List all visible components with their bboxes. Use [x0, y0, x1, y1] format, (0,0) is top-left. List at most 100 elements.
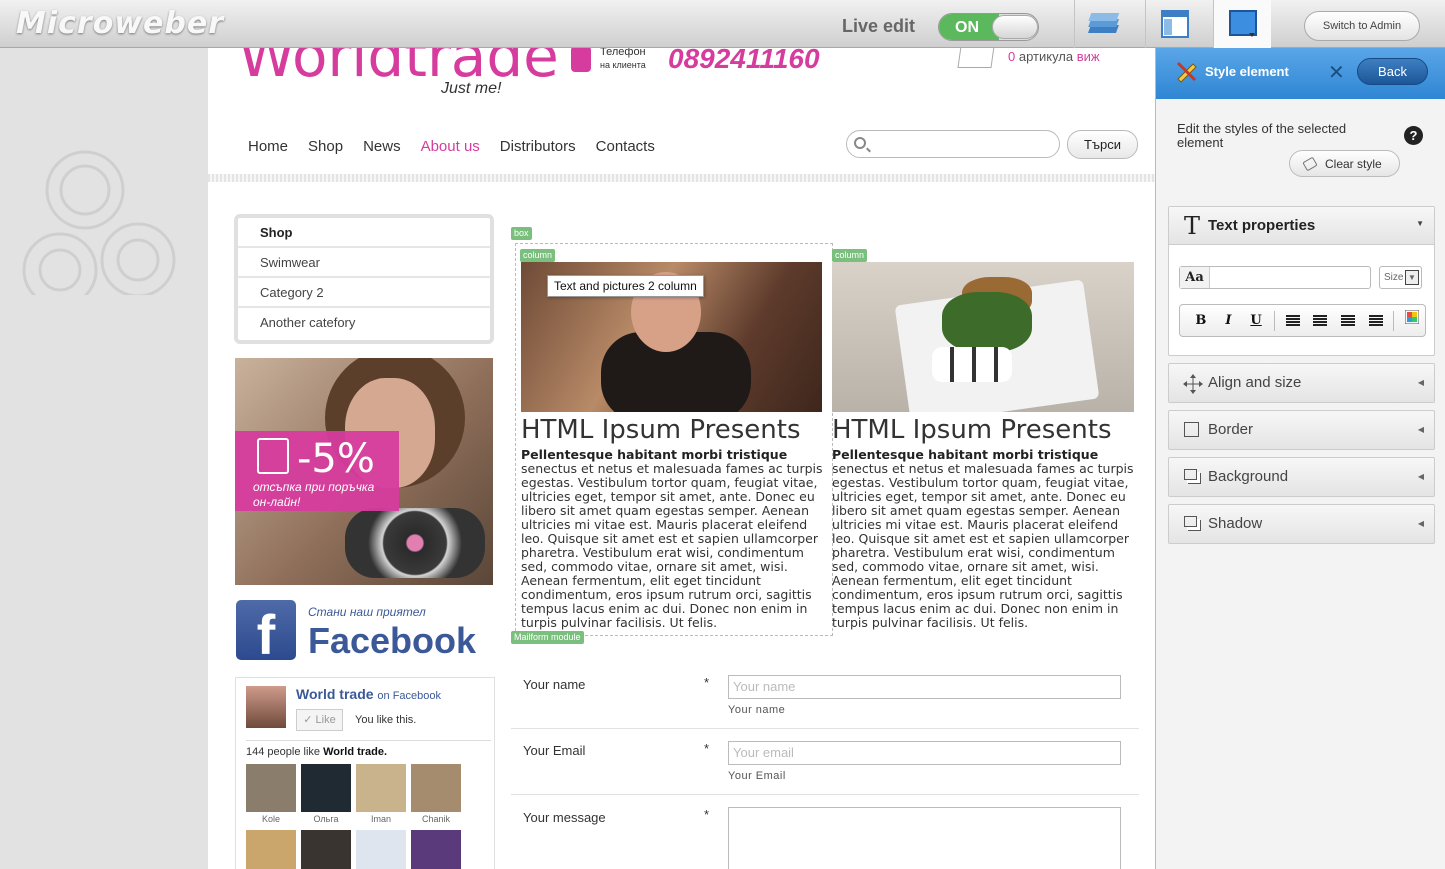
promo-photo-bikini [345, 508, 485, 578]
category-swimwear[interactable]: Swimwear [238, 248, 490, 278]
fan-avatar[interactable] [246, 764, 296, 812]
align-justify-icon [1368, 314, 1383, 326]
dropdown-arrow-icon: ▼ [1405, 270, 1419, 285]
fan-avatar[interactable] [246, 830, 296, 869]
category-shop[interactable]: Shop [238, 218, 490, 248]
like-button[interactable]: ✓ Like [296, 709, 343, 731]
shadow-section[interactable]: Shadow ◀ [1168, 504, 1435, 544]
likebox-page-name[interactable]: World trade on Facebook [296, 686, 441, 702]
text-properties-header[interactable]: T Text properties ▼ [1169, 207, 1434, 245]
background-section[interactable]: Background ◀ [1168, 457, 1435, 497]
pencil-ruler-icon [1176, 61, 1197, 83]
align-right-button[interactable] [1307, 308, 1333, 334]
content-column-1[interactable]: HTML Ipsum Presents Pellentesque habitan… [521, 412, 824, 630]
move-arrows-icon [1183, 374, 1203, 394]
main-nav: Home Shop News About us Distributors Con… [248, 138, 655, 155]
chevron-left-icon: ◀ [1417, 472, 1424, 481]
help-icon[interactable]: ? [1404, 126, 1423, 145]
nav-home[interactable]: Home [248, 138, 288, 155]
fan-avatar[interactable] [356, 764, 406, 812]
promo-banner[interactable]: -5% отсъпка при поръчка он-лайн! [235, 358, 493, 585]
column-title[interactable]: HTML Ipsum Presents [521, 412, 824, 448]
font-icon: Aa [1180, 267, 1210, 288]
fan-name[interactable]: Iman [356, 812, 406, 826]
live-edit-toggle[interactable]: ON [938, 13, 1039, 41]
website-canvas: Worldtrade Just me! Телефон на клиента 08… [208, 48, 1155, 869]
category-menu: Shop Swimwear Category 2 Another catefor… [234, 214, 494, 344]
phone-label: Телефон на клиента [600, 48, 646, 70]
message-textarea[interactable] [728, 807, 1121, 869]
cart-summary[interactable]: 0 артикула виж [1008, 49, 1100, 64]
chevron-left-icon: ◀ [1417, 519, 1424, 528]
fan-avatar[interactable] [301, 830, 351, 869]
italic-button[interactable]: I [1216, 308, 1242, 334]
underline-button[interactable]: U [1243, 308, 1269, 334]
switch-to-admin-button[interactable]: Switch to Admin [1304, 11, 1420, 41]
format-toolbar: B I U [1179, 304, 1426, 337]
nav-distributors[interactable]: Distributors [500, 138, 576, 155]
nav-news[interactable]: News [363, 138, 401, 155]
nav-shop[interactable]: Shop [308, 138, 343, 155]
section-label: Border [1208, 421, 1254, 438]
fan-name[interactable]: Ольга [301, 812, 351, 826]
font-size-select[interactable]: Size ▼ [1379, 266, 1422, 289]
facebook-banner[interactable]: f Стани наш приятел Facebook [236, 600, 494, 666]
layers-icon [1087, 13, 1119, 33]
category-2[interactable]: Category 2 [238, 278, 490, 308]
close-icon[interactable]: ✕ [1328, 60, 1345, 85]
text-properties-label: Text properties [1208, 217, 1316, 234]
font-family-input[interactable]: Aa [1179, 266, 1371, 289]
box-edit-tag[interactable]: box [511, 227, 532, 240]
column-body[interactable]: senectus et netus et malesuada fames ac … [832, 462, 1135, 630]
align-center-button[interactable] [1335, 308, 1361, 334]
fan-avatar[interactable] [411, 830, 461, 869]
site-brand[interactable]: Worldtrade [238, 48, 559, 90]
nav-about-us[interactable]: About us [421, 138, 480, 155]
fan-name[interactable]: Kole [246, 812, 296, 826]
back-button[interactable]: Back [1357, 58, 1428, 85]
fan-avatar[interactable] [301, 764, 351, 812]
layout-icon-button[interactable] [1145, 0, 1203, 48]
editor-toolbar: Microweber Live edit ON Switch to Admin [0, 0, 1445, 48]
fan-avatar[interactable] [411, 764, 461, 812]
you-like-text: You like this. [355, 714, 417, 726]
page-avatar[interactable] [246, 686, 286, 728]
content-column-2[interactable]: HTML Ipsum Presents Pellentesque habitan… [832, 412, 1135, 630]
nav-contacts[interactable]: Contacts [596, 138, 655, 155]
like-count: 144 people like World trade. [246, 746, 388, 758]
category-another[interactable]: Another catefory [238, 308, 490, 338]
fan-grid: Kole Ольга Iman Chanik [246, 764, 461, 869]
search-button[interactable]: Търси [1067, 130, 1138, 159]
toolbar-separator [1273, 310, 1275, 331]
email-field[interactable]: Your email [728, 741, 1121, 765]
align-size-section[interactable]: Align and size ◀ [1168, 363, 1435, 403]
border-section[interactable]: Border ◀ [1168, 410, 1435, 450]
style-icon-button[interactable] [1213, 0, 1271, 48]
fan-avatar[interactable] [356, 830, 406, 869]
column-edit-tag[interactable]: column [520, 249, 556, 262]
message-label: Your message [523, 810, 606, 825]
mailform-edit-tag[interactable]: Mailform module [511, 631, 584, 644]
align-justify-button[interactable] [1363, 308, 1389, 334]
search-input[interactable] [846, 130, 1060, 158]
column-body[interactable]: senectus et netus et malesuada fames ac … [521, 462, 824, 630]
form-divider [511, 794, 1139, 795]
cart-icon[interactable] [957, 48, 995, 68]
fan-name[interactable]: Chanik [411, 812, 461, 826]
layers-icon-button[interactable] [1074, 0, 1132, 48]
clear-style-button[interactable]: Clear style [1289, 150, 1400, 177]
text-color-button[interactable] [1399, 308, 1425, 334]
sushi-photo[interactable] [832, 262, 1134, 412]
column-subtitle[interactable]: Pellentesque habitant morbi tristique [521, 448, 824, 462]
bold-button[interactable]: B [1188, 308, 1214, 334]
name-field[interactable]: Your name [728, 675, 1121, 699]
facebook-likebox: World trade on Facebook ✓ Like You like … [235, 677, 495, 869]
shadow-icon [1184, 516, 1197, 527]
column-title[interactable]: HTML Ipsum Presents [832, 412, 1135, 448]
column-subtitle[interactable]: Pellentesque habitant morbi tristique [832, 448, 1135, 462]
name-hint: Your name [728, 704, 786, 716]
column-edit-tag[interactable]: column [832, 249, 868, 262]
align-left-button[interactable] [1280, 308, 1306, 334]
toggle-state-label: ON [939, 14, 999, 40]
required-mark: * [704, 807, 710, 822]
